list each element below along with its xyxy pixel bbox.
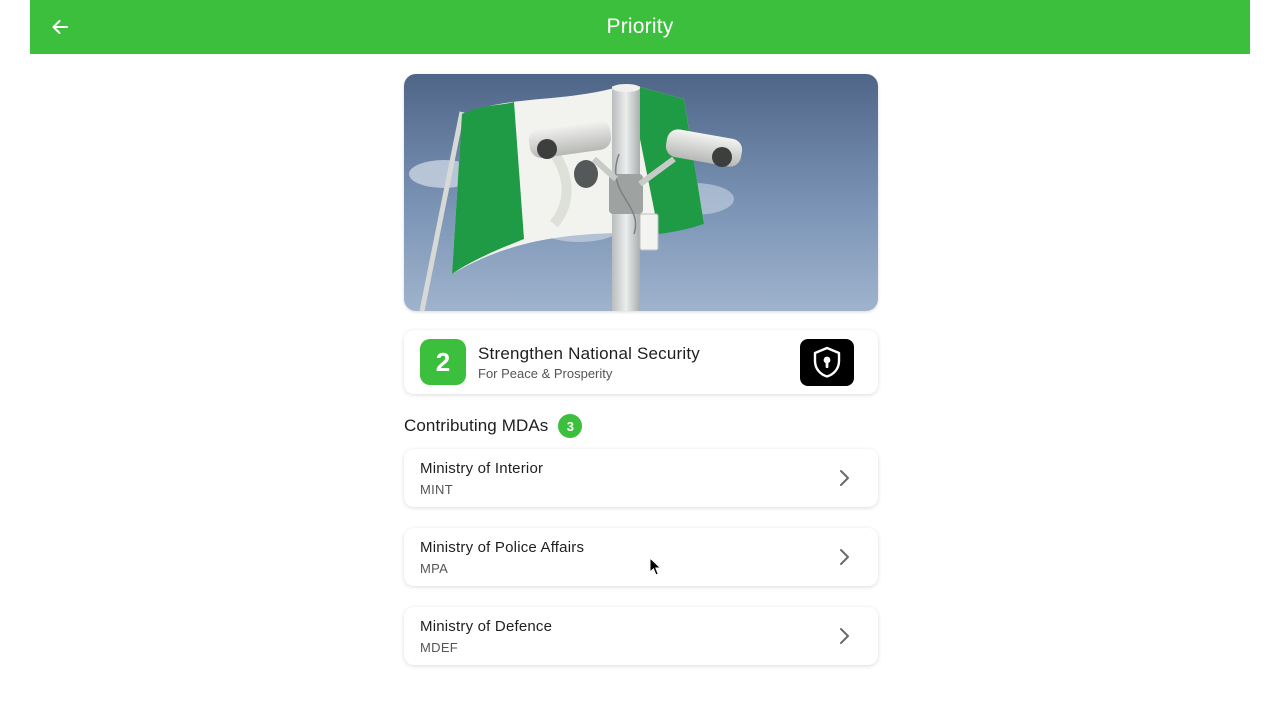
mda-name: Ministry of Defence	[420, 617, 553, 635]
mda-item-police-affairs[interactable]: Ministry of Police Affairs MPA	[404, 528, 878, 586]
priority-number-badge: 2	[420, 339, 466, 385]
priority-text: Strengthen National Security For Peace &…	[478, 344, 800, 381]
mda-item-interior[interactable]: Ministry of Interior MINT	[404, 449, 878, 507]
priority-card: 2 Strengthen National Security For Peace…	[404, 330, 878, 394]
priority-icon-box	[800, 338, 854, 386]
mda-code: MPA	[420, 560, 449, 576]
mda-text: Ministry of Police Affairs MPA	[420, 539, 834, 576]
priority-title: Strengthen National Security	[478, 343, 701, 363]
hero-image	[404, 74, 878, 311]
section-header: Contributing MDAs 3	[404, 414, 878, 438]
mda-text: Ministry of Defence MDEF	[420, 618, 834, 655]
mda-item-defence[interactable]: Ministry of Defence MDEF	[404, 607, 878, 665]
app-bar: Priority	[30, 0, 1250, 54]
priority-subtitle: For Peace & Prosperity	[478, 365, 613, 381]
mouse-pointer-icon	[649, 557, 662, 576]
mda-text: Ministry of Interior MINT	[420, 460, 834, 497]
mda-count-badge: 3	[558, 414, 583, 438]
back-button[interactable]	[44, 11, 76, 43]
mda-code: MDEF	[420, 639, 459, 655]
page-title: Priority	[606, 15, 674, 38]
shield-lock-icon	[813, 346, 841, 378]
security-cameras-flag-photo	[404, 74, 878, 311]
mda-name: Ministry of Police Affairs	[420, 538, 585, 556]
section-title: Contributing MDAs	[404, 416, 549, 435]
arrow-left-icon	[52, 20, 68, 34]
priority-detail: 2 Strengthen National Security For Peace…	[404, 74, 878, 686]
chevron-right-icon	[834, 547, 854, 567]
mda-list: Ministry of Interior MINT Ministry of Po…	[404, 449, 878, 665]
chevron-right-icon	[834, 626, 854, 646]
mda-name: Ministry of Interior	[420, 459, 544, 477]
mda-code: MINT	[420, 481, 453, 497]
chevron-right-icon	[834, 468, 854, 488]
